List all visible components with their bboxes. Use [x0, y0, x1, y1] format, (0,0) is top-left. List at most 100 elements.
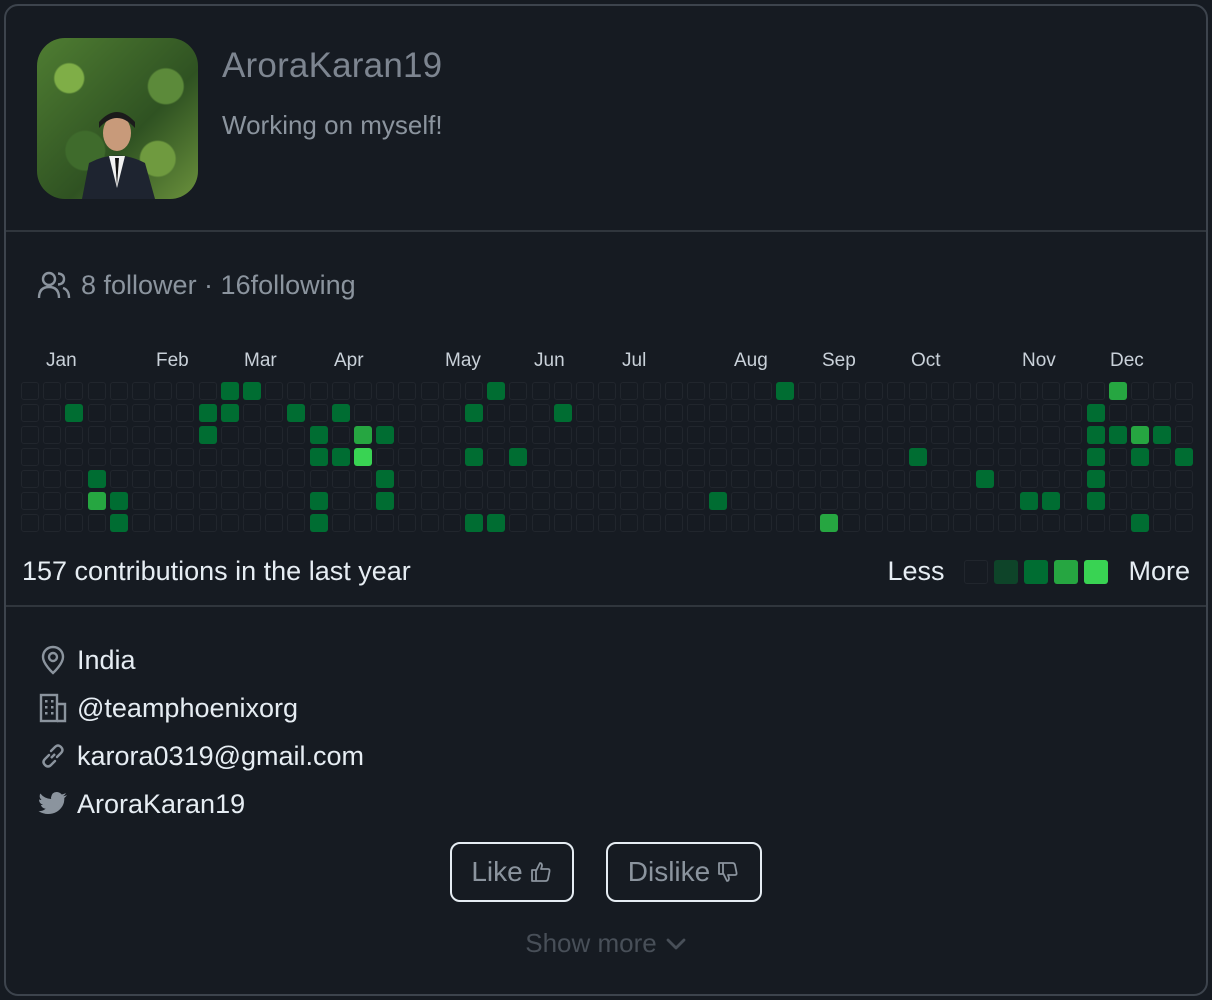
contribution-cell[interactable]: [842, 470, 861, 488]
show-more-button[interactable]: Show more: [6, 928, 1206, 959]
contribution-cell[interactable]: [21, 470, 39, 488]
contribution-cell[interactable]: [509, 470, 528, 488]
contribution-cell[interactable]: [798, 470, 816, 488]
contribution-cell[interactable]: [354, 492, 372, 510]
contribution-cell[interactable]: [709, 514, 728, 532]
contribution-cell[interactable]: [864, 382, 883, 400]
contribution-cell[interactable]: [87, 448, 106, 466]
contribution-cell[interactable]: [886, 514, 905, 532]
contribution-cell[interactable]: [864, 470, 883, 488]
contribution-cell[interactable]: [687, 492, 705, 510]
contribution-cell[interactable]: [1175, 382, 1194, 400]
contribution-cell[interactable]: [420, 492, 439, 510]
info-email[interactable]: karora0319@gmail.com: [37, 738, 364, 774]
contribution-cell[interactable]: [909, 470, 927, 488]
contribution-cell[interactable]: [997, 382, 1016, 400]
contribution-cell[interactable]: [109, 492, 128, 510]
contribution-cell[interactable]: [775, 470, 794, 488]
contribution-cell[interactable]: [820, 404, 839, 422]
contribution-cell[interactable]: [309, 448, 328, 466]
contribution-cell[interactable]: [220, 426, 239, 444]
contribution-cell[interactable]: [842, 492, 861, 510]
contribution-cell[interactable]: [953, 426, 972, 444]
contribution-cell[interactable]: [531, 492, 550, 510]
contribution-cell[interactable]: [531, 448, 550, 466]
contribution-cell[interactable]: [465, 514, 483, 532]
contribution-cell[interactable]: [43, 470, 62, 488]
contribution-cell[interactable]: [487, 404, 506, 422]
contribution-cell[interactable]: [442, 470, 461, 488]
contribution-cell[interactable]: [420, 382, 439, 400]
contribution-cell[interactable]: [398, 426, 417, 444]
contribution-cell[interactable]: [1064, 492, 1083, 510]
contribution-cell[interactable]: [931, 470, 950, 488]
contribution-cell[interactable]: [687, 470, 705, 488]
contribution-cell[interactable]: [132, 514, 150, 532]
contribution-cell[interactable]: [753, 514, 772, 532]
contribution-cell[interactable]: [576, 382, 594, 400]
contribution-cell[interactable]: [1131, 404, 1149, 422]
contribution-cell[interactable]: [132, 492, 150, 510]
contribution-cell[interactable]: [1108, 492, 1127, 510]
contribution-cell[interactable]: [798, 514, 816, 532]
contribution-cell[interactable]: [487, 448, 506, 466]
contribution-cell[interactable]: [1042, 404, 1061, 422]
contribution-cell[interactable]: [243, 514, 261, 532]
contribution-cell[interactable]: [1108, 426, 1127, 444]
contribution-cell[interactable]: [1064, 426, 1083, 444]
contribution-cell[interactable]: [354, 470, 372, 488]
contribution-cell[interactable]: [154, 470, 173, 488]
contribution-cell[interactable]: [442, 404, 461, 422]
contribution-cell[interactable]: [598, 470, 617, 488]
contribution-cell[interactable]: [398, 514, 417, 532]
contribution-cell[interactable]: [487, 492, 506, 510]
contribution-cell[interactable]: [953, 404, 972, 422]
contribution-cell[interactable]: [531, 382, 550, 400]
contribution-cell[interactable]: [376, 382, 395, 400]
contribution-cell[interactable]: [331, 470, 350, 488]
contribution-cell[interactable]: [709, 492, 728, 510]
contribution-cell[interactable]: [687, 426, 705, 444]
contribution-cell[interactable]: [664, 470, 683, 488]
contribution-cell[interactable]: [21, 382, 39, 400]
contribution-cell[interactable]: [509, 382, 528, 400]
contribution-cell[interactable]: [775, 382, 794, 400]
contribution-cell[interactable]: [487, 470, 506, 488]
contribution-cell[interactable]: [21, 448, 39, 466]
contribution-cell[interactable]: [1131, 470, 1149, 488]
contribution-cell[interactable]: [731, 492, 750, 510]
contribution-cell[interactable]: [354, 448, 372, 466]
contribution-cell[interactable]: [176, 426, 195, 444]
contribution-cell[interactable]: [309, 382, 328, 400]
contribution-cell[interactable]: [1086, 514, 1105, 532]
contribution-cell[interactable]: [309, 404, 328, 422]
contribution-cell[interactable]: [420, 470, 439, 488]
contribution-cell[interactable]: [553, 382, 572, 400]
contribution-cell[interactable]: [731, 514, 750, 532]
contribution-cell[interactable]: [109, 426, 128, 444]
contribution-cell[interactable]: [109, 470, 128, 488]
contribution-cell[interactable]: [953, 448, 972, 466]
contribution-cell[interactable]: [1175, 404, 1194, 422]
contribution-cell[interactable]: [820, 514, 839, 532]
contribution-cell[interactable]: [798, 404, 816, 422]
contribution-cell[interactable]: [354, 404, 372, 422]
contribution-cell[interactable]: [487, 426, 506, 444]
contribution-cell[interactable]: [87, 382, 106, 400]
contribution-cell[interactable]: [997, 470, 1016, 488]
contribution-cell[interactable]: [1042, 382, 1061, 400]
follow-stats[interactable]: 8 follower · 16following: [37, 268, 356, 302]
contribution-cell[interactable]: [132, 448, 150, 466]
contribution-cell[interactable]: [1086, 404, 1105, 422]
contribution-cell[interactable]: [442, 492, 461, 510]
contribution-cell[interactable]: [87, 470, 106, 488]
contribution-cell[interactable]: [953, 382, 972, 400]
contribution-cell[interactable]: [287, 404, 306, 422]
like-button[interactable]: Like: [450, 842, 574, 902]
contribution-cell[interactable]: [576, 492, 594, 510]
contribution-cell[interactable]: [43, 448, 62, 466]
contribution-cell[interactable]: [398, 448, 417, 466]
contribution-cell[interactable]: [1020, 470, 1038, 488]
contribution-cell[interactable]: [265, 514, 284, 532]
contribution-cell[interactable]: [1175, 492, 1194, 510]
